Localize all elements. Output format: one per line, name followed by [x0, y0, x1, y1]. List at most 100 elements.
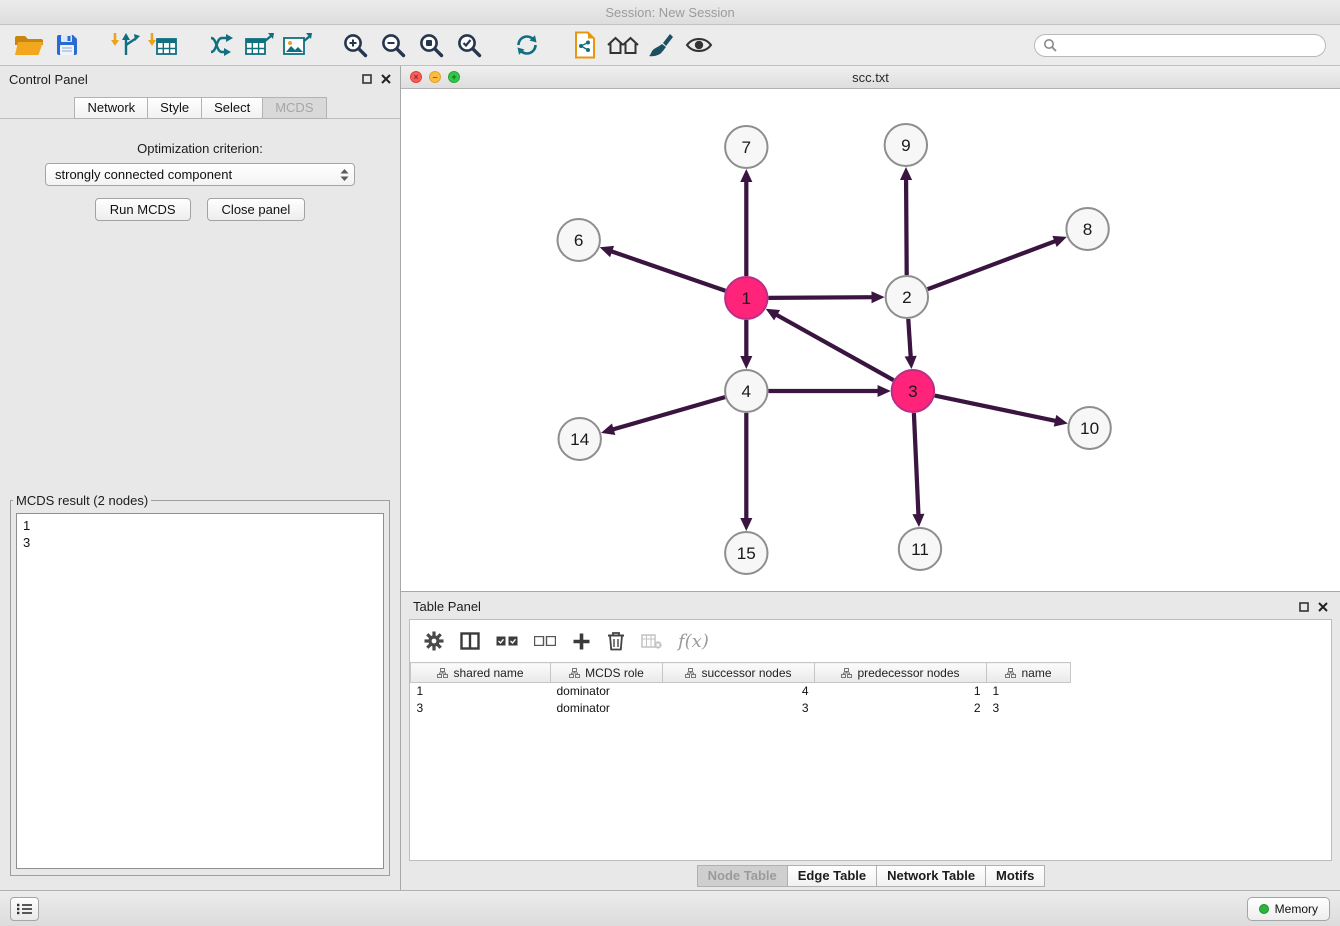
task-history-button[interactable] [10, 897, 39, 921]
graph-edge-3-10[interactable] [935, 396, 1057, 422]
export-image-button[interactable] [278, 28, 316, 62]
table-row[interactable]: 3dominator323 [411, 700, 1071, 717]
graph-node-9[interactable]: 9 [885, 124, 927, 166]
add-row-icon[interactable] [572, 632, 591, 651]
style-button[interactable] [642, 28, 680, 62]
home-overview-button[interactable] [604, 28, 642, 62]
graph-edge-3-1[interactable] [775, 314, 893, 380]
main-area: Control Panel NetworkStyleSelectMCDS Opt… [0, 66, 1340, 890]
zoom-fit-button[interactable] [412, 28, 450, 62]
graph-node-2[interactable]: 2 [886, 276, 928, 318]
tab-network[interactable]: Network [74, 97, 148, 119]
import-network-button[interactable] [106, 28, 144, 62]
sort-hierarchy-icon [1005, 668, 1016, 678]
zoom-out-button[interactable] [374, 28, 412, 62]
graph-node-4[interactable]: 4 [725, 370, 767, 412]
graph-node-14[interactable]: 14 [559, 418, 601, 460]
tab-network-table[interactable]: Network Table [876, 865, 986, 887]
export-table-button[interactable] [240, 28, 278, 62]
close-panel-icon[interactable] [1318, 602, 1328, 612]
search-input[interactable] [1062, 38, 1317, 53]
tab-style[interactable]: Style [147, 97, 202, 119]
show-hide-button[interactable] [680, 28, 718, 62]
table-cell[interactable]: dominator [551, 700, 663, 717]
graph-node-6[interactable]: 6 [558, 219, 600, 261]
table-cell[interactable]: 1 [815, 683, 987, 700]
table-cell[interactable]: 1 [411, 683, 551, 700]
svg-text:1: 1 [742, 289, 752, 308]
graph-edge-2-9[interactable] [906, 178, 907, 275]
close-window-button[interactable]: × [410, 71, 422, 83]
optimization-criterion-label: Optimization criterion: [0, 141, 400, 156]
select-all-checkboxes-icon[interactable] [496, 636, 518, 646]
apply-layout-button[interactable] [508, 28, 546, 62]
column-header-successor-nodes[interactable]: successor nodes [663, 663, 815, 683]
table-row[interactable]: 1dominator411 [411, 683, 1071, 700]
table-cell[interactable]: 3 [987, 700, 1071, 717]
zoom-in-button[interactable] [336, 28, 374, 62]
network-document-button[interactable] [566, 28, 604, 62]
settings-gear-icon[interactable] [424, 631, 444, 651]
tab-motifs[interactable]: Motifs [985, 865, 1045, 887]
table-cell[interactable]: 3 [663, 700, 815, 717]
table-cell[interactable]: 2 [815, 700, 987, 717]
table-cell[interactable]: 3 [411, 700, 551, 717]
mcds-result-item[interactable]: 1 [23, 517, 377, 534]
graph-node-11[interactable]: 11 [899, 528, 941, 570]
search-box[interactable] [1034, 34, 1326, 57]
graph-node-1[interactable]: 1 [725, 277, 767, 319]
table-cell[interactable]: 1 [987, 683, 1071, 700]
zoom-selected-button[interactable] [450, 28, 488, 62]
graph-node-10[interactable]: 10 [1068, 407, 1110, 449]
column-header-name[interactable]: name [987, 663, 1071, 683]
show-column-icon[interactable] [460, 632, 480, 650]
tab-mcds[interactable]: MCDS [262, 97, 326, 119]
table-cell[interactable]: 4 [663, 683, 815, 700]
graph-edge-3-11[interactable] [914, 413, 919, 516]
open-session-button[interactable] [10, 28, 48, 62]
float-window-icon[interactable] [362, 74, 372, 84]
app-titlebar[interactable]: Session: New Session [0, 0, 1340, 25]
graph-edge-2-8[interactable] [928, 241, 1057, 289]
export-network-button[interactable] [202, 28, 240, 62]
application-window: Session: New Session [0, 0, 1340, 926]
close-panel-button[interactable]: Close panel [207, 198, 306, 221]
memory-label: Memory [1275, 902, 1318, 916]
save-session-button[interactable] [48, 28, 86, 62]
open-folder-icon [14, 33, 44, 57]
svg-text:11: 11 [911, 540, 929, 559]
table-scroll-area[interactable]: shared nameMCDS rolesuccessor nodesprede… [410, 662, 1331, 860]
tab-edge-table[interactable]: Edge Table [787, 865, 877, 887]
tab-select[interactable]: Select [201, 97, 263, 119]
graph-edge-arrowhead [1052, 236, 1066, 247]
graph-edge-4-14[interactable] [612, 397, 725, 430]
table-cell[interactable]: dominator [551, 683, 663, 700]
graph-node-3[interactable]: 3 [892, 370, 934, 412]
column-header-mcds-role[interactable]: MCDS role [551, 663, 663, 683]
graph-node-7[interactable]: 7 [725, 126, 767, 168]
tab-node-table[interactable]: Node Table [697, 865, 788, 887]
graph-edge-1-6[interactable] [610, 251, 725, 291]
graph-edge-1-2[interactable] [769, 297, 874, 298]
graph-node-15[interactable]: 15 [725, 532, 767, 574]
column-header-shared-name[interactable]: shared name [411, 663, 551, 683]
minimize-window-button[interactable]: – [429, 71, 441, 83]
network-canvas[interactable]: 7 9 6 8 1 2 4 3 14 10 15 11 [401, 89, 1340, 591]
memory-button[interactable]: Memory [1247, 897, 1330, 921]
table-content: f(x) shared nameMCDS rolesuccessor nodes… [409, 619, 1332, 861]
mcds-result-list[interactable]: 13 [16, 513, 384, 869]
graph-edge-2-3[interactable] [908, 319, 911, 358]
optimization-criterion-select[interactable]: strongly connected component [45, 163, 355, 186]
document-network-icon [574, 31, 596, 59]
close-panel-icon[interactable] [381, 74, 391, 84]
run-mcds-button[interactable]: Run MCDS [95, 198, 191, 221]
import-table-button[interactable] [144, 28, 182, 62]
graph-node-8[interactable]: 8 [1066, 208, 1108, 250]
mcds-result-item[interactable]: 3 [23, 534, 377, 551]
network-window-titlebar[interactable]: × – + scc.txt [401, 66, 1340, 89]
column-header-predecessor-nodes[interactable]: predecessor nodes [815, 663, 987, 683]
float-window-icon[interactable] [1299, 602, 1309, 612]
delete-row-icon[interactable] [607, 631, 625, 651]
zoom-window-button[interactable]: + [448, 71, 460, 83]
deselect-all-checkboxes-icon[interactable] [534, 636, 556, 646]
